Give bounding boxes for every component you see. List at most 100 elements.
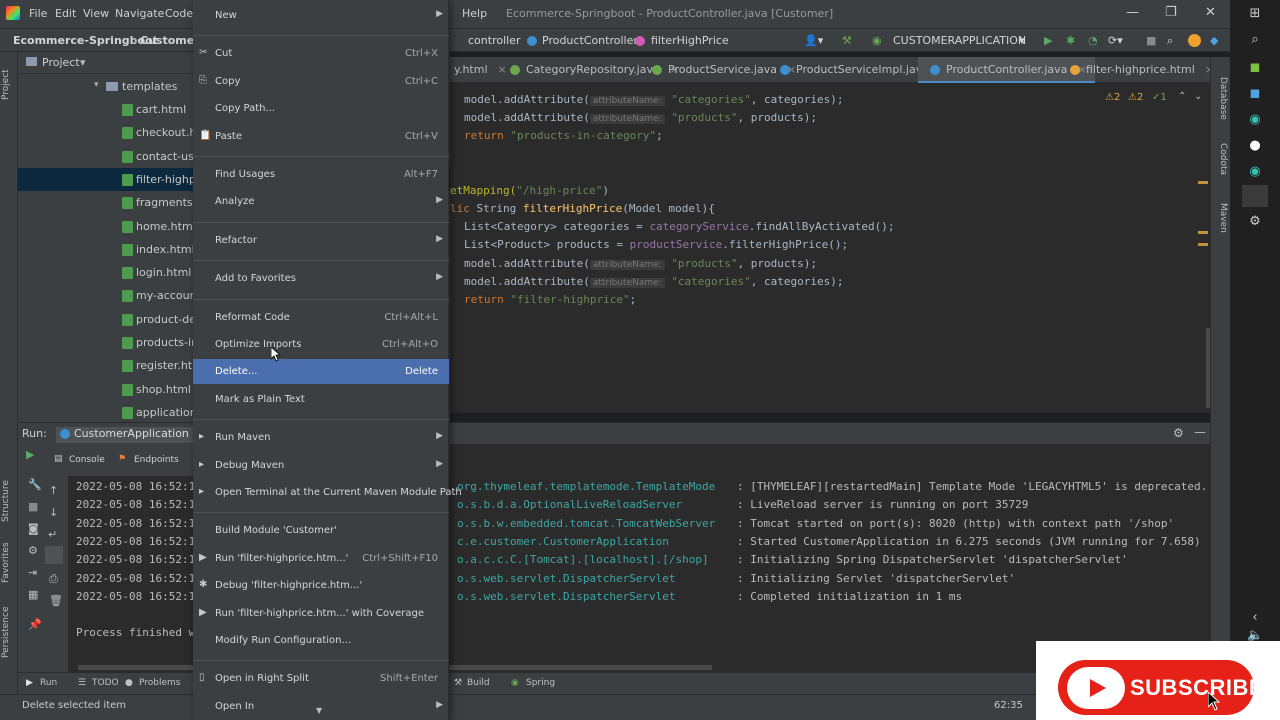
tool-tab-spring[interactable]: Spring <box>526 678 555 688</box>
wrench-icon[interactable]: 🔧 <box>28 478 42 491</box>
tool-tab-database[interactable]: Database <box>1212 77 1228 131</box>
settings-icon[interactable]: ⚙ <box>1247 214 1263 230</box>
exit-icon[interactable]: ⇥ <box>28 566 37 579</box>
debug-icon[interactable]: ✱ <box>1066 34 1075 47</box>
tool-tab-todo[interactable]: TODO <box>92 678 119 688</box>
stop-icon[interactable]: ■ <box>28 500 38 513</box>
warning-icon[interactable]: ⚠2 <box>1105 92 1120 103</box>
menu-code[interactable]: Code <box>165 7 193 20</box>
active-app-icon[interactable] <box>1242 185 1268 207</box>
maximize-icon[interactable]: ❐ <box>1165 5 1177 20</box>
menu-item-debug-filter-highprice-htm[interactable]: ✱ Debug 'filter-highprice.htm...' <box>193 573 449 598</box>
user-icon[interactable]: 👤▾ <box>804 34 823 47</box>
menu-item-run-filter-highprice-htm[interactable]: ▶ Run 'filter-highprice.htm...' Ctrl+Shift… <box>193 546 449 571</box>
breadcrumb-module[interactable]: Customer <box>140 34 200 47</box>
tab-endpoints[interactable]: Endpoints <box>134 455 179 465</box>
menu-view[interactable]: View <box>83 7 109 20</box>
code-editor[interactable]: model.addAttribute(attributeName: "categ… <box>450 83 1210 413</box>
menu-item-run-filter-highprice-htm-with-coverage[interactable]: ▶ Run 'filter-highprice.htm...' with Cove… <box>193 601 449 626</box>
build-hammer-icon[interactable]: ⚒ <box>842 34 852 47</box>
search-icon[interactable]: ⌕ <box>1247 32 1263 48</box>
tool-tab-persistence[interactable]: Persistence <box>1 602 17 658</box>
layout-icon[interactable]: ▦ <box>28 588 38 601</box>
weak-warning-icon[interactable]: ⚠2 <box>1128 92 1143 103</box>
tool-tab-maven[interactable]: Maven <box>1212 203 1228 243</box>
run-icon[interactable]: ▶ <box>1044 34 1052 47</box>
tool-tab-codota[interactable]: Codota <box>1212 143 1228 189</box>
menu-item-find-usages[interactable]: Find Usages Alt+F7 <box>193 162 449 187</box>
browser-icon[interactable]: ◉ <box>1247 164 1263 180</box>
tool-tab-project[interactable]: Project <box>1 60 17 100</box>
stop-icon[interactable]: ■ <box>1146 34 1156 47</box>
chevron-up-icon[interactable]: ⌃ <box>1178 91 1186 102</box>
search-icon[interactable]: ⌕ <box>1167 34 1173 48</box>
breadcrumb-class[interactable]: ProductController <box>542 34 638 47</box>
tool-tab-problems[interactable]: Problems <box>139 678 180 688</box>
menu-file[interactable]: File <box>29 7 47 20</box>
chevron-down-icon[interactable]: ▾ <box>80 56 86 69</box>
coverage-icon[interactable]: ◔ <box>1088 34 1098 47</box>
minimize-panel-icon[interactable]: — <box>1194 425 1206 439</box>
console-output-log[interactable]: org.thymeleaf.templatemode.TemplateMode:… <box>450 444 1210 672</box>
menu-item-reformat-code[interactable]: Reformat Code Ctrl+Alt+L <box>193 305 449 330</box>
menu-item-delete[interactable]: Delete... Delete <box>193 359 449 385</box>
github-icon[interactable]: ● <box>1247 138 1263 154</box>
arrow-down-icon[interactable]: ↓ <box>49 506 58 519</box>
minimize-icon[interactable]: — <box>1126 5 1139 20</box>
menu-item-run-maven[interactable]: ▸ Run Maven ▶ <box>193 425 449 450</box>
tab-console[interactable]: Console <box>69 455 105 465</box>
profile-icon[interactable]: ⟳▾ <box>1108 34 1123 47</box>
print-icon[interactable]: ⎙ <box>49 572 58 586</box>
pin-icon[interactable]: 📌 <box>28 618 42 631</box>
menu-item-paste[interactable]: 📋 Paste Ctrl+V <box>193 124 449 149</box>
close-icon[interactable]: ✕ <box>1205 5 1216 20</box>
project-panel-title[interactable]: Project <box>42 56 80 69</box>
menu-item-mark-as-plain-text[interactable]: Mark as Plain Text <box>193 387 449 412</box>
scroll-down-icon[interactable]: ▼ <box>316 706 322 715</box>
run-config-name[interactable]: CustomerApplication <box>74 427 189 440</box>
menu-item-debug-maven[interactable]: ▸ Debug Maven ▶ <box>193 453 449 478</box>
menu-item-new[interactable]: New ▶ <box>193 3 449 28</box>
camera-icon[interactable]: ◙ <box>28 522 39 535</box>
tool-tab-run[interactable]: Run <box>40 678 57 688</box>
menu-edit[interactable]: Edit <box>55 7 76 20</box>
app-icon[interactable]: ◼ <box>1247 86 1263 102</box>
menu-item-open-terminal-at-the-current-maven-module-path[interactable]: ▸ Open Terminal at the Current Maven Modu… <box>193 480 462 505</box>
chevron-left-icon[interactable]: ‹ <box>1247 610 1263 626</box>
soft-wrap-icon[interactable]: ↵ <box>48 528 57 541</box>
menu-item-optimize-imports[interactable]: Optimize Imports Ctrl+Alt+O <box>193 332 449 357</box>
menu-item-copy-path[interactable]: Copy Path... <box>193 96 449 121</box>
menu-help[interactable]: Help <box>462 7 487 20</box>
chevron-down-icon[interactable]: ⌄ <box>1194 91 1202 102</box>
menu-item-build-module-customer[interactable]: Build Module 'Customer' <box>193 518 449 543</box>
editor-tab[interactable]: filter-highprice.html× <box>1058 57 1222 83</box>
menu-item-refactor[interactable]: Refactor ▶ <box>193 228 449 253</box>
update-icon[interactable] <box>1188 34 1201 47</box>
settings-icon[interactable]: ⚙ <box>28 544 38 557</box>
tool-tab-favorites[interactable]: Favorites <box>1 537 17 583</box>
tool-tab-structure[interactable]: Structure <box>1 472 17 522</box>
run-config-select[interactable]: CUSTOMERAPPLICATION <box>893 34 1026 47</box>
browser-icon[interactable]: ◉ <box>1247 112 1263 128</box>
tool-tab-build[interactable]: Build <box>467 678 490 688</box>
scroll-to-end-icon[interactable] <box>45 546 63 564</box>
windows-start-icon[interactable]: ⊞ <box>1247 6 1263 22</box>
menu-item-cut[interactable]: ✂ Cut Ctrl+X <box>193 41 449 66</box>
app-icon[interactable]: ◼ <box>1247 60 1263 76</box>
subscribe-button[interactable]: SUBSCRIBE <box>1058 660 1264 715</box>
chevron-down-icon[interactable]: ▾ <box>1019 34 1025 47</box>
chevron-down-icon[interactable]: ▾ <box>94 80 99 90</box>
menu-item-copy[interactable]: ⎘ Copy Ctrl+C <box>193 69 449 94</box>
menu-item-add-to-favorites[interactable]: Add to Favorites ▶ <box>193 266 449 291</box>
arrow-up-icon[interactable]: ↑ <box>49 484 58 497</box>
trash-icon[interactable]: 🗑 <box>49 594 63 607</box>
menu-item-analyze[interactable]: Analyze ▶ <box>193 189 449 214</box>
typo-icon[interactable]: ✓1 <box>1152 92 1167 103</box>
rerun-icon[interactable]: ▶ <box>26 448 34 461</box>
menu-navigate[interactable]: Navigate <box>115 7 164 20</box>
breadcrumb-package[interactable]: controller <box>468 34 520 47</box>
caret-position[interactable]: 62:35 <box>994 700 1023 711</box>
menu-item-open-in-right-split[interactable]: ▯ Open in Right Split Shift+Enter <box>193 666 449 691</box>
breadcrumb-method[interactable]: filterHighPrice <box>651 34 729 47</box>
plugin-icon[interactable]: ◆ <box>1210 34 1218 47</box>
